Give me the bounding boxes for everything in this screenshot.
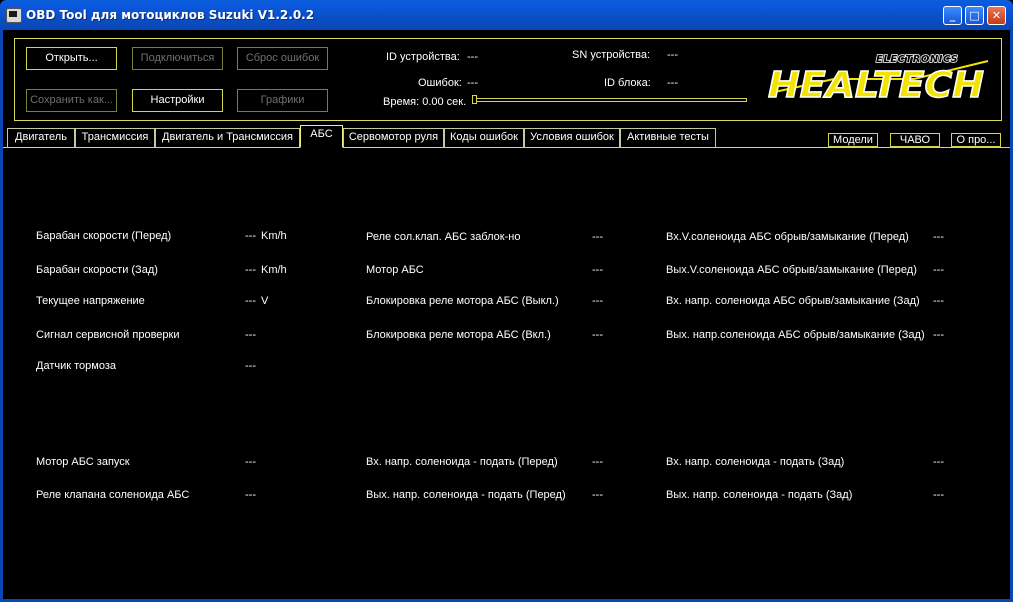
- motor-relay-lock-off-label: Блокировка реле мотора АБС (Выкл.): [366, 295, 559, 307]
- brake-sensor-label: Датчик тормоза: [36, 360, 116, 372]
- motor-relay-lock-off-value: ---: [592, 295, 603, 307]
- rear-solenoid-in-supply-label: Вх. напр. соленоида - подать (Зад): [666, 456, 845, 468]
- solenoid-relay-value: ---: [245, 489, 256, 501]
- front-solenoid-in-supply-label: Вх. напр. соленоида - подать (Перед): [366, 456, 558, 468]
- front-solenoid-in-supply-value: ---: [592, 456, 603, 468]
- save-as-button[interactable]: Сохранить как...: [26, 89, 117, 112]
- front-solenoid-out-supply-label: Вых. напр. соленоида - подать (Перед): [366, 489, 566, 501]
- time-label: Время: 0.00 сек.: [383, 96, 467, 108]
- front-solenoid-out-fault-value: ---: [933, 264, 944, 276]
- close-button[interactable]: ✕: [987, 6, 1006, 25]
- tab-error-conditions[interactable]: Условия ошибок: [524, 128, 620, 147]
- front-solenoid-out-supply-value: ---: [592, 489, 603, 501]
- open-button[interactable]: Открыть...: [26, 47, 117, 70]
- abs-motor-label: Мотор АБС: [366, 264, 424, 276]
- voltage-value: ---: [245, 295, 256, 307]
- rear-solenoid-out-supply-value: ---: [933, 489, 944, 501]
- tab-abs[interactable]: АБС: [300, 125, 343, 148]
- rear-speed-drum-value: ---: [245, 264, 256, 276]
- front-speed-drum-value: ---: [245, 230, 256, 242]
- solenoid-relay-locked-value: ---: [592, 231, 603, 243]
- front-solenoid-in-fault-label: Вх.V.соленоида АБС обрыв/замыкание (Пере…: [666, 231, 909, 243]
- device-sn-value: ---: [667, 49, 678, 61]
- device-id-label: ID устройства:: [386, 51, 460, 63]
- service-check-value: ---: [245, 329, 256, 341]
- tab-error-codes[interactable]: Коды ошибок: [444, 128, 524, 147]
- time-slider-handle[interactable]: [472, 95, 477, 104]
- rear-speed-drum-label: Барабан скорости (Зад): [36, 264, 158, 276]
- abs-motor-start-label: Мотор АБС запуск: [36, 456, 130, 468]
- device-sn-label: SN устройства:: [572, 49, 651, 61]
- rear-solenoid-out-fault-label: Вых. напр.соленоида АБС обрыв/замыкание …: [666, 329, 925, 341]
- tab-transmission[interactable]: Трансмиссия: [75, 128, 155, 147]
- connect-button[interactable]: Подключиться: [132, 47, 223, 70]
- about-button[interactable]: О про...: [951, 133, 1001, 147]
- tab-engine[interactable]: Двигатель: [7, 128, 75, 147]
- control-panel: Открыть... Подключиться Сброс ошибок Сох…: [14, 38, 1002, 121]
- healtech-logo: ELECTRONICS HEALTECH: [767, 53, 989, 107]
- logo-subtitle: ELECTRONICS: [876, 54, 958, 65]
- abs-motor-value: ---: [592, 264, 603, 276]
- errors-value: ---: [467, 77, 478, 89]
- device-id-value: ---: [467, 51, 478, 63]
- tab-steering-servo[interactable]: Сервомотор руля: [343, 128, 444, 147]
- rear-speed-drum-unit: Km/h: [261, 264, 287, 276]
- front-solenoid-in-fault-value: ---: [933, 231, 944, 243]
- abs-motor-start-value: ---: [245, 456, 256, 468]
- voltage-label: Текущее напряжение: [36, 295, 145, 307]
- faq-button[interactable]: ЧАВО: [890, 133, 940, 147]
- solenoid-relay-label: Реле клапана соленоида АБС: [36, 489, 190, 501]
- front-speed-drum-label: Барабан скорости (Перед): [36, 230, 172, 242]
- rear-solenoid-in-fault-label: Вх. напр. соленоида АБС обрыв/замыкание …: [666, 295, 920, 307]
- front-speed-drum-unit: Km/h: [261, 230, 287, 242]
- graphs-button[interactable]: Графики: [237, 89, 328, 112]
- tab-active-tests[interactable]: Активные тесты: [620, 128, 716, 147]
- client-area: Открыть... Подключиться Сброс ошибок Сох…: [3, 30, 1010, 599]
- tab-engine-transmission[interactable]: Двигатель и Трансмиссия: [155, 128, 300, 147]
- time-slider-track[interactable]: [474, 98, 747, 102]
- window-title: OBD Tool для мотоциклов Suzuki V1.2.0.2: [26, 8, 315, 22]
- service-check-label: Сигнал сервисной проверки: [36, 329, 180, 341]
- motor-relay-lock-on-label: Блокировка реле мотора АБС (Вкл.): [366, 329, 551, 341]
- block-id-value: ---: [667, 77, 678, 89]
- voltage-unit: V: [261, 295, 269, 307]
- rear-solenoid-out-supply-label: Вых. напр. соленоида - подать (Зад): [666, 489, 853, 501]
- app-icon[interactable]: [6, 8, 22, 23]
- reset-errors-button[interactable]: Сброс ошибок: [237, 47, 328, 70]
- block-id-label: ID блока:: [604, 77, 651, 89]
- rear-solenoid-in-fault-value: ---: [933, 295, 944, 307]
- rear-solenoid-out-fault-value: ---: [933, 329, 944, 341]
- motor-relay-lock-on-value: ---: [592, 329, 603, 341]
- title-bar[interactable]: OBD Tool для мотоциклов Suzuki V1.2.0.2 …: [0, 0, 1013, 30]
- front-solenoid-out-fault-label: Вых.V.соленоида АБС обрыв/замыкание (Пер…: [666, 264, 917, 276]
- errors-label: Ошибок:: [418, 77, 462, 89]
- logo-text: HEALTECH: [768, 65, 984, 106]
- minimize-button[interactable]: _: [943, 6, 962, 25]
- models-button[interactable]: Модели: [828, 133, 878, 147]
- maximize-button[interactable]: □: [965, 6, 984, 25]
- rear-solenoid-in-supply-value: ---: [933, 456, 944, 468]
- settings-button[interactable]: Настройки: [132, 89, 223, 112]
- solenoid-relay-locked-label: Реле сол.клап. АБС заблок-но: [366, 231, 521, 243]
- brake-sensor-value: ---: [245, 360, 256, 372]
